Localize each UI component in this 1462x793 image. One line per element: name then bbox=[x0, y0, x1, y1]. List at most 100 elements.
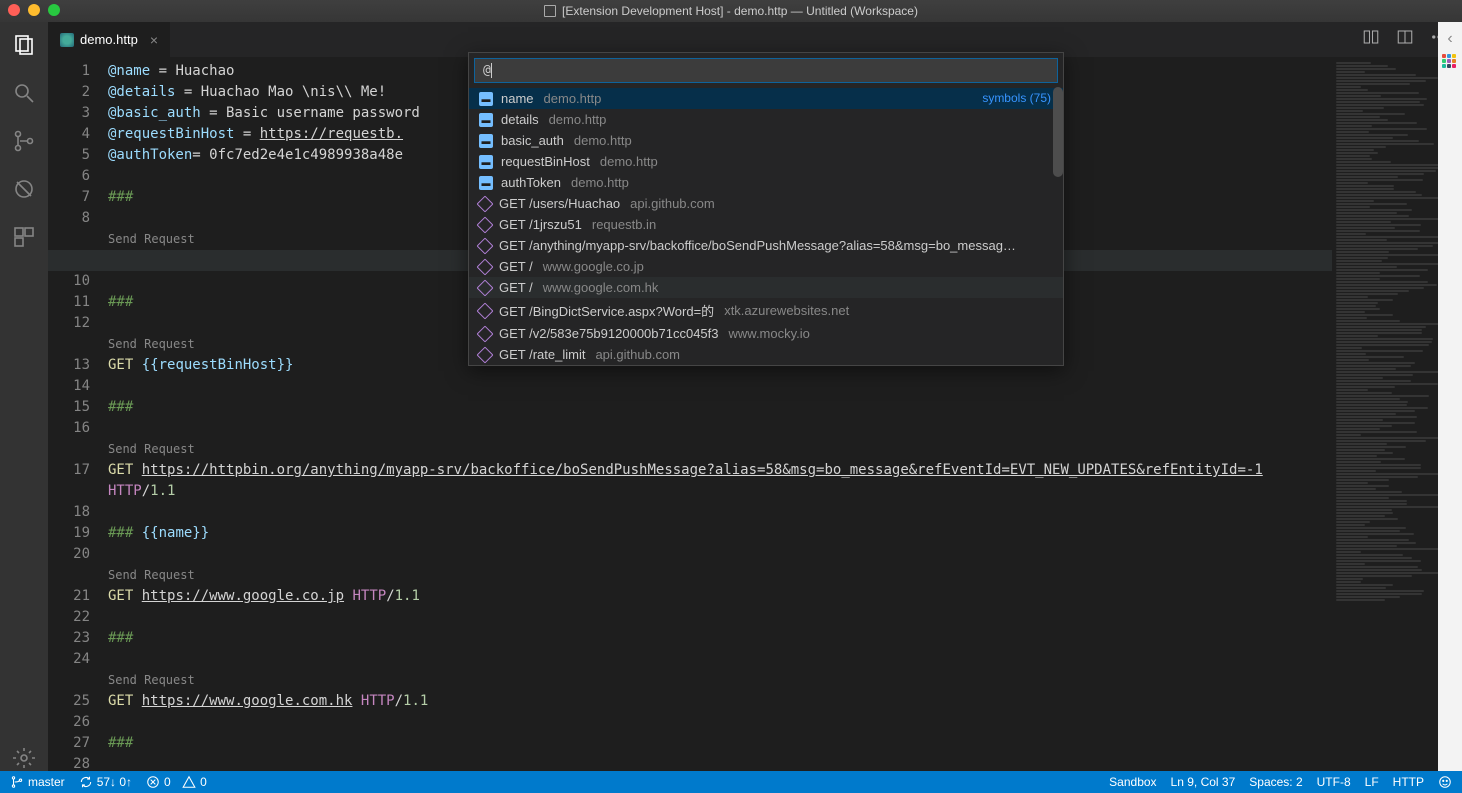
close-window[interactable] bbox=[8, 4, 20, 16]
cursor-position[interactable]: Ln 9, Col 37 bbox=[1171, 775, 1236, 789]
quick-open-item[interactable]: ▬ details demo.http bbox=[469, 109, 1063, 130]
item-main: name bbox=[501, 91, 534, 106]
quick-open-item[interactable]: GET /BingDictService.aspx?Word=的 xtk.azur… bbox=[469, 298, 1063, 323]
item-main: details bbox=[501, 112, 539, 127]
quick-open-item[interactable]: ▬ requestBinHost demo.http bbox=[469, 151, 1063, 172]
explorer-icon[interactable] bbox=[11, 32, 37, 58]
item-sub: demo.http bbox=[600, 154, 658, 169]
titlebar: [Extension Development Host] - demo.http… bbox=[0, 0, 1462, 22]
code-line[interactable] bbox=[108, 376, 1332, 397]
code-line[interactable]: GET https://httpbin.org/anything/myapp-s… bbox=[108, 460, 1332, 481]
quick-open-scrollbar[interactable] bbox=[1053, 87, 1063, 177]
chevron-left-icon[interactable]: ‹ bbox=[1447, 30, 1452, 48]
item-sub: demo.http bbox=[544, 91, 602, 106]
scm-icon[interactable] bbox=[11, 128, 37, 154]
code-line[interactable]: ### bbox=[108, 628, 1332, 649]
symbols-count[interactable]: symbols (75) bbox=[982, 91, 1051, 105]
code-line[interactable] bbox=[108, 502, 1332, 523]
field-icon: ▬ bbox=[479, 176, 493, 190]
quick-open-item[interactable]: GET / www.google.co.jp bbox=[469, 256, 1063, 277]
field-icon: ▬ bbox=[479, 92, 493, 106]
quick-open-item[interactable]: ▬ authToken demo.http bbox=[469, 172, 1063, 193]
method-icon bbox=[477, 258, 494, 275]
code-line[interactable]: ### bbox=[108, 733, 1332, 754]
settings-icon[interactable] bbox=[11, 745, 37, 771]
close-icon[interactable]: × bbox=[150, 32, 158, 48]
code-line[interactable]: GET https://www.google.co.jp HTTP/1.1 bbox=[108, 586, 1332, 607]
item-sub: www.mocky.io bbox=[729, 326, 810, 341]
quick-open-item[interactable]: ▬ name demo.http bbox=[469, 88, 1063, 109]
feedback-icon[interactable] bbox=[1438, 775, 1452, 789]
line-gutter: 12345678 9101112 13141516 17 181920 2122… bbox=[48, 57, 108, 771]
code-line[interactable]: ### bbox=[108, 397, 1332, 418]
document-icon bbox=[544, 5, 556, 17]
item-main: authToken bbox=[501, 175, 561, 190]
codelens-send-request[interactable]: Send Request bbox=[108, 565, 1332, 586]
window-controls bbox=[8, 4, 60, 16]
quick-open-item[interactable]: GET /1jrszu51 requestb.in bbox=[469, 214, 1063, 235]
codelens-send-request[interactable]: Send Request bbox=[108, 670, 1332, 691]
quick-open-input[interactable]: @ bbox=[474, 58, 1058, 83]
split-icon[interactable] bbox=[1396, 28, 1414, 51]
code-line[interactable]: ### {{name}} bbox=[108, 523, 1332, 544]
git-branch[interactable]: master bbox=[10, 775, 65, 789]
item-main: GET /anything/myapp-srv/backoffice/boSen… bbox=[499, 238, 1016, 253]
compare-icon[interactable] bbox=[1362, 28, 1380, 51]
method-icon bbox=[477, 302, 494, 319]
method-icon bbox=[477, 346, 494, 363]
maximize-window[interactable] bbox=[48, 4, 60, 16]
item-sub: requestb.in bbox=[592, 217, 656, 232]
code-line[interactable] bbox=[108, 544, 1332, 565]
quick-open-item[interactable]: GET /anything/myapp-srv/backoffice/boSen… bbox=[469, 235, 1063, 256]
quick-open-panel: @ symbols (75) ▬ name demo.http ▬ details dem… bbox=[468, 52, 1064, 366]
item-main: GET /1jrszu51 bbox=[499, 217, 582, 232]
code-line[interactable]: GET https://www.google.com.hk HTTP/1.1 bbox=[108, 691, 1332, 712]
codelens-send-request[interactable]: Send Request bbox=[108, 439, 1332, 460]
item-sub: www.google.co.jp bbox=[543, 259, 644, 274]
language-mode[interactable]: HTTP bbox=[1393, 775, 1424, 789]
item-sub: api.github.com bbox=[630, 196, 715, 211]
minimize-window[interactable] bbox=[28, 4, 40, 16]
field-icon: ▬ bbox=[479, 113, 493, 127]
sandbox-status[interactable]: Sandbox bbox=[1109, 775, 1156, 789]
code-line[interactable] bbox=[108, 418, 1332, 439]
item-main: GET /v2/583e75b9120000b71cc045f3 bbox=[499, 326, 719, 341]
item-main: GET /BingDictService.aspx?Word=的 bbox=[499, 301, 714, 320]
code-line[interactable] bbox=[108, 649, 1332, 670]
item-sub: demo.http bbox=[571, 175, 629, 190]
apps-grid-icon[interactable] bbox=[1442, 54, 1458, 70]
code-line[interactable] bbox=[108, 712, 1332, 733]
field-icon: ▬ bbox=[479, 134, 493, 148]
item-main: GET / bbox=[499, 259, 533, 274]
tab-demo-http[interactable]: demo.http × bbox=[48, 22, 171, 57]
file-icon bbox=[60, 33, 74, 47]
code-line[interactable] bbox=[108, 754, 1332, 771]
tab-label: demo.http bbox=[80, 32, 138, 47]
item-main: GET / bbox=[499, 280, 533, 295]
quick-open-item[interactable]: GET /www.google.com.hk bbox=[469, 277, 1063, 298]
code-line[interactable] bbox=[108, 607, 1332, 628]
activity-bar bbox=[0, 22, 48, 771]
problems-status[interactable]: 0 0 bbox=[146, 775, 207, 789]
item-sub: xtk.azurewebsites.net bbox=[724, 303, 849, 318]
method-icon bbox=[477, 237, 494, 254]
quick-open-list: ▬ name demo.http ▬ details demo.http ▬basic_au… bbox=[469, 88, 1063, 365]
eol[interactable]: LF bbox=[1365, 775, 1379, 789]
quick-open-item[interactable]: GET /rate_limitapi.github.com bbox=[469, 344, 1063, 365]
sync-status[interactable]: 57↓ 0↑ bbox=[79, 775, 132, 789]
item-main: requestBinHost bbox=[501, 154, 590, 169]
item-sub: api.github.com bbox=[595, 347, 680, 362]
debug-icon[interactable] bbox=[11, 176, 37, 202]
extensions-icon[interactable] bbox=[11, 224, 37, 250]
quick-open-item[interactable]: ▬basic_authdemo.http bbox=[469, 130, 1063, 151]
encoding[interactable]: UTF-8 bbox=[1317, 775, 1351, 789]
window-title: [Extension Development Host] - demo.http… bbox=[562, 4, 918, 18]
quick-open-item[interactable]: GET /users/Huachaoapi.github.com bbox=[469, 193, 1063, 214]
field-icon: ▬ bbox=[479, 155, 493, 169]
code-line[interactable]: HTTP/1.1 bbox=[108, 481, 1332, 502]
status-bar: master 57↓ 0↑ 0 0 Sandbox Ln 9, Col 37 S… bbox=[0, 771, 1462, 793]
quick-open-item[interactable]: GET /v2/583e75b9120000b71cc045f3 www.mock… bbox=[469, 323, 1063, 344]
search-icon[interactable] bbox=[11, 80, 37, 106]
item-sub: demo.http bbox=[549, 112, 607, 127]
indentation[interactable]: Spaces: 2 bbox=[1249, 775, 1302, 789]
